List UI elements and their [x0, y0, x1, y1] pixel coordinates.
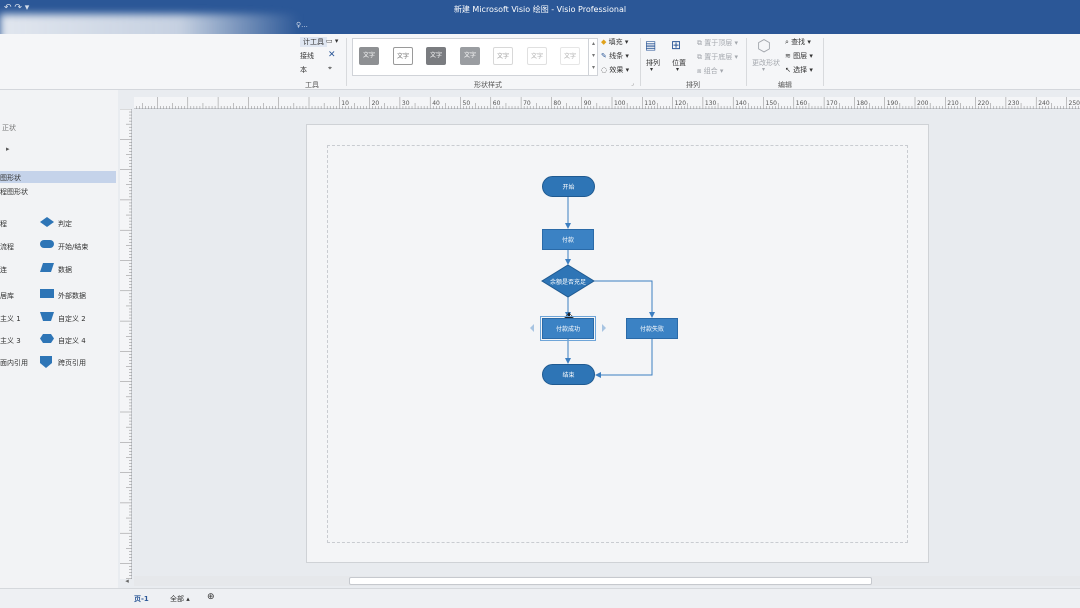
pay-success-shape[interactable]: 付款成功 — [540, 316, 596, 341]
autoconnect-arrow-left-icon[interactable] — [530, 324, 534, 332]
start-shape[interactable]: 开始 — [542, 176, 595, 197]
add-page-icon[interactable]: ⊕ — [207, 592, 215, 602]
autoconnect-arrow-right-icon[interactable] — [602, 324, 606, 332]
page-tab-1[interactable]: 页-1 — [134, 594, 149, 604]
pay-process-shape[interactable]: 付款 — [542, 229, 594, 250]
end-shape[interactable]: 结束 — [542, 364, 595, 385]
all-pages-button[interactable]: 全部 ▴ — [170, 594, 190, 604]
pay-fail-shape[interactable]: 付款失败 — [626, 318, 678, 339]
connectors-layer — [530, 197, 655, 378]
scroll-left-icon[interactable]: ◂ — [122, 576, 132, 586]
scrollbar-thumb[interactable] — [349, 577, 872, 585]
page-tabs-bar: 页-1 全部 ▴ ⊕ — [0, 588, 1080, 608]
decision-label: 余额是否充足 — [549, 278, 586, 286]
connector-line[interactable] — [594, 280, 655, 318]
connector-line[interactable] — [595, 339, 653, 378]
horizontal-scrollbar[interactable] — [134, 576, 1080, 586]
